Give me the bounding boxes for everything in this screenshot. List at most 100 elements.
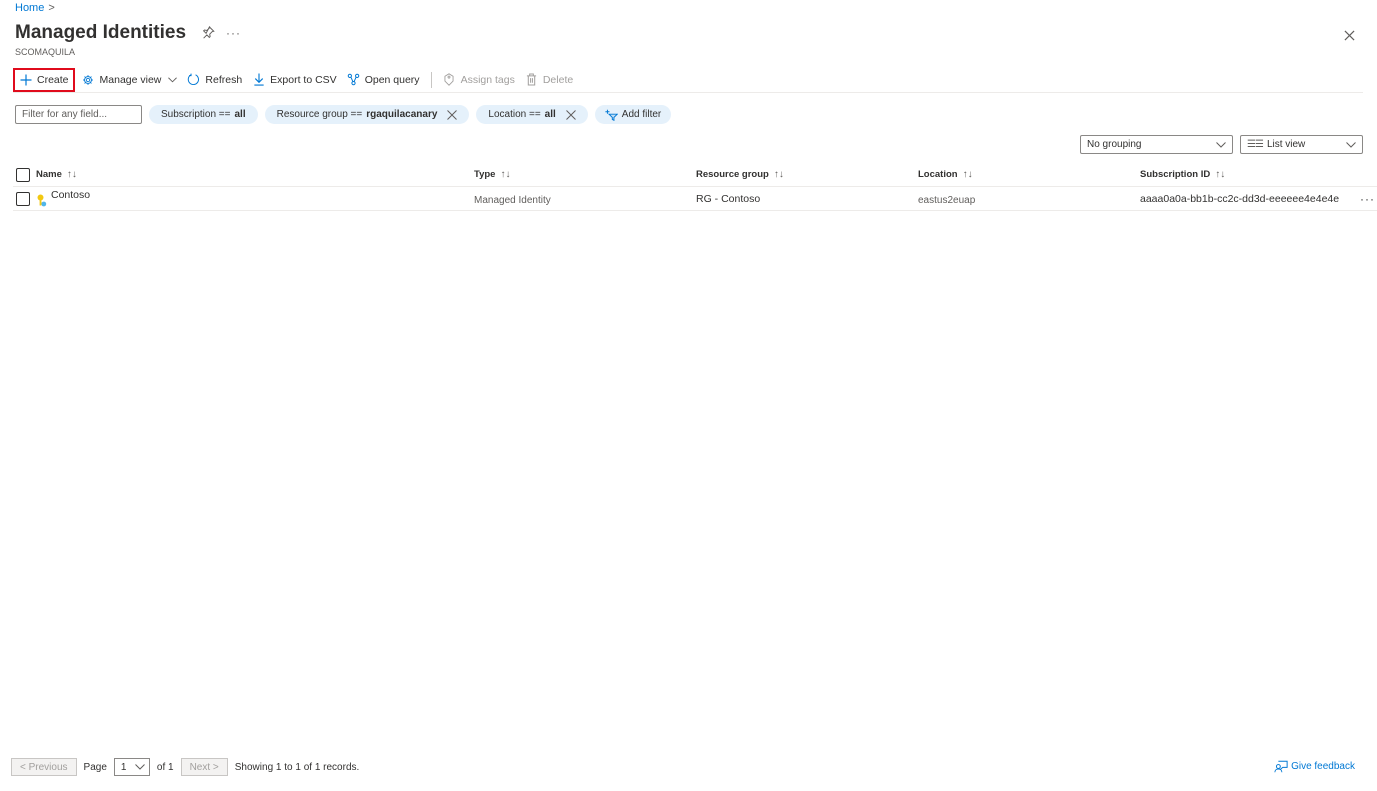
create-label: Create — [37, 73, 69, 86]
close-button[interactable] — [1341, 27, 1357, 43]
assign-tags-label: Assign tags — [460, 73, 515, 86]
current-page: 1 — [120, 761, 127, 773]
breadcrumb: Home > — [15, 2, 55, 14]
select-all-cell — [16, 163, 30, 186]
remove-filter-icon[interactable] — [447, 109, 458, 120]
column-header-subscription-id[interactable]: Subscription ID ↑↓ — [1140, 163, 1225, 186]
row-checkbox[interactable] — [16, 191, 30, 206]
filter-pill-location[interactable]: Location == all — [476, 105, 588, 124]
query-icon — [347, 73, 360, 86]
refresh-button[interactable]: Refresh — [182, 68, 247, 92]
view-selected: ☰☰ List view — [1247, 139, 1305, 150]
pin-icon[interactable] — [202, 26, 216, 40]
column-header-label: Subscription ID — [1140, 169, 1211, 180]
type-cell: Managed Identity — [474, 194, 551, 206]
chevron-down-icon — [1216, 141, 1226, 148]
row-more-actions-icon[interactable]: ··· — [1360, 187, 1375, 210]
add-filter-label: Add filter — [621, 109, 662, 120]
page-subtitle: SCOMAQUILA — [15, 47, 76, 57]
open-query-label: Open query — [364, 73, 420, 86]
create-button[interactable]: Create — [13, 67, 75, 92]
subscription-id-cell[interactable]: aaaa0a0a-bb1b-cc2c-dd3d-eeeeee4e4e4e — [1140, 187, 1339, 210]
add-filter-button[interactable]: Add filter — [594, 105, 672, 124]
location-cell: eastus2euap — [918, 194, 976, 206]
title-row: Managed Identities ··· — [15, 22, 241, 44]
feedback-label: Give feedback — [1291, 761, 1355, 772]
chevron-down-icon — [168, 75, 178, 85]
grouping-value: No grouping — [1087, 139, 1142, 150]
column-header-label: Name — [36, 169, 62, 180]
sort-icon: ↑↓ — [962, 169, 973, 180]
filter-pill-label: Location == — [488, 109, 541, 120]
previous-page-button[interactable]: < Previous — [11, 758, 77, 776]
list-view-icon: ☰☰ — [1247, 139, 1264, 150]
next-page-button[interactable]: Next > — [180, 758, 228, 776]
sort-icon: ↑↓ — [66, 169, 77, 180]
filter-pill-value: all — [234, 109, 246, 120]
trash-icon — [525, 73, 538, 86]
assign-tags-button[interactable]: Assign tags — [438, 68, 520, 92]
filter-pill-value: all — [544, 109, 556, 120]
sort-icon: ↑↓ — [773, 169, 784, 180]
refresh-icon — [187, 73, 200, 86]
filter-pill-subscription[interactable]: Subscription == all — [149, 105, 258, 124]
page-select[interactable]: 1 — [113, 758, 150, 776]
filter-pill-label: Subscription == — [161, 109, 231, 120]
column-header-label: Type — [474, 169, 496, 180]
manage-view-button[interactable]: Manage view — [77, 68, 183, 92]
chevron-down-icon — [1346, 141, 1356, 148]
grid-header-row: Name ↑↓ Type ↑↓ Resource group ↑↓ Locati… — [13, 163, 1377, 187]
filter-pill-label: Resource group == — [276, 109, 363, 120]
refresh-label: Refresh — [205, 73, 243, 86]
give-feedback-link[interactable]: Give feedback — [1274, 760, 1355, 773]
sort-icon: ↑↓ — [500, 169, 511, 180]
resource-group-cell[interactable]: RG - Contoso — [696, 187, 760, 210]
page-total: of 1 — [156, 761, 174, 773]
managed-identity-key-icon — [36, 194, 47, 207]
breadcrumb-separator: > — [48, 2, 55, 14]
close-icon — [1343, 29, 1355, 41]
plus-icon — [19, 73, 32, 86]
filter-bar: Subscription == all Resource group == rg… — [15, 105, 672, 124]
column-header-resource-group[interactable]: Resource group ↑↓ — [696, 163, 784, 186]
filter-pill-value: rgaquilacanary — [366, 109, 438, 120]
open-query-button[interactable]: Open query — [342, 68, 425, 92]
delete-label: Delete — [542, 73, 574, 86]
column-header-label: Location — [918, 169, 958, 180]
grouping-dropdown[interactable]: No grouping — [1080, 135, 1233, 154]
ellipsis-icon[interactable]: ··· — [226, 26, 241, 40]
delete-button[interactable]: Delete — [520, 68, 578, 92]
grid-body: Contoso Managed Identity RG - Contoso ea… — [13, 187, 1377, 211]
view-controls: No grouping ☰☰ List view — [1080, 135, 1363, 154]
export-csv-button[interactable]: Export to CSV — [247, 68, 342, 92]
manage-view-label: Manage view — [99, 73, 162, 86]
page-title: Managed Identities — [15, 22, 187, 43]
table-row[interactable]: Contoso Managed Identity RG - Contoso ea… — [13, 187, 1377, 211]
remove-filter-icon[interactable] — [565, 109, 576, 120]
records-summary: Showing 1 to 1 of 1 records. — [234, 761, 360, 773]
filter-input[interactable] — [15, 105, 142, 124]
export-csv-label: Export to CSV — [270, 73, 337, 86]
toolbar-divider — [430, 71, 432, 88]
chevron-down-icon — [135, 764, 145, 770]
column-header-label: Resource group — [696, 169, 769, 180]
page-label: Page — [83, 761, 107, 773]
breadcrumb-home-link[interactable]: Home — [15, 2, 44, 14]
gear-icon — [82, 73, 95, 86]
pagination: < Previous Page 1 of 1 Next > Showing 1 … — [11, 758, 359, 776]
resource-name-link[interactable]: Contoso — [51, 189, 90, 201]
select-all-checkbox[interactable] — [16, 167, 30, 182]
view-dropdown[interactable]: ☰☰ List view — [1240, 135, 1363, 154]
view-value: List view — [1266, 139, 1306, 150]
filter-pill-resource-group[interactable]: Resource group == rgaquilacanary — [264, 105, 470, 124]
download-icon — [252, 73, 265, 86]
command-bar: Create Manage view Refresh Export to CSV… — [13, 67, 1363, 93]
tag-icon — [443, 73, 456, 86]
feedback-icon — [1274, 760, 1288, 773]
column-header-name[interactable]: Name ↑↓ — [36, 163, 77, 186]
resource-grid: Name ↑↓ Type ↑↓ Resource group ↑↓ Locati… — [13, 163, 1377, 211]
sort-icon: ↑↓ — [1215, 169, 1226, 180]
row-select-cell — [16, 187, 30, 210]
column-header-type[interactable]: Type ↑↓ — [474, 163, 510, 186]
column-header-location[interactable]: Location ↑↓ — [918, 163, 973, 186]
